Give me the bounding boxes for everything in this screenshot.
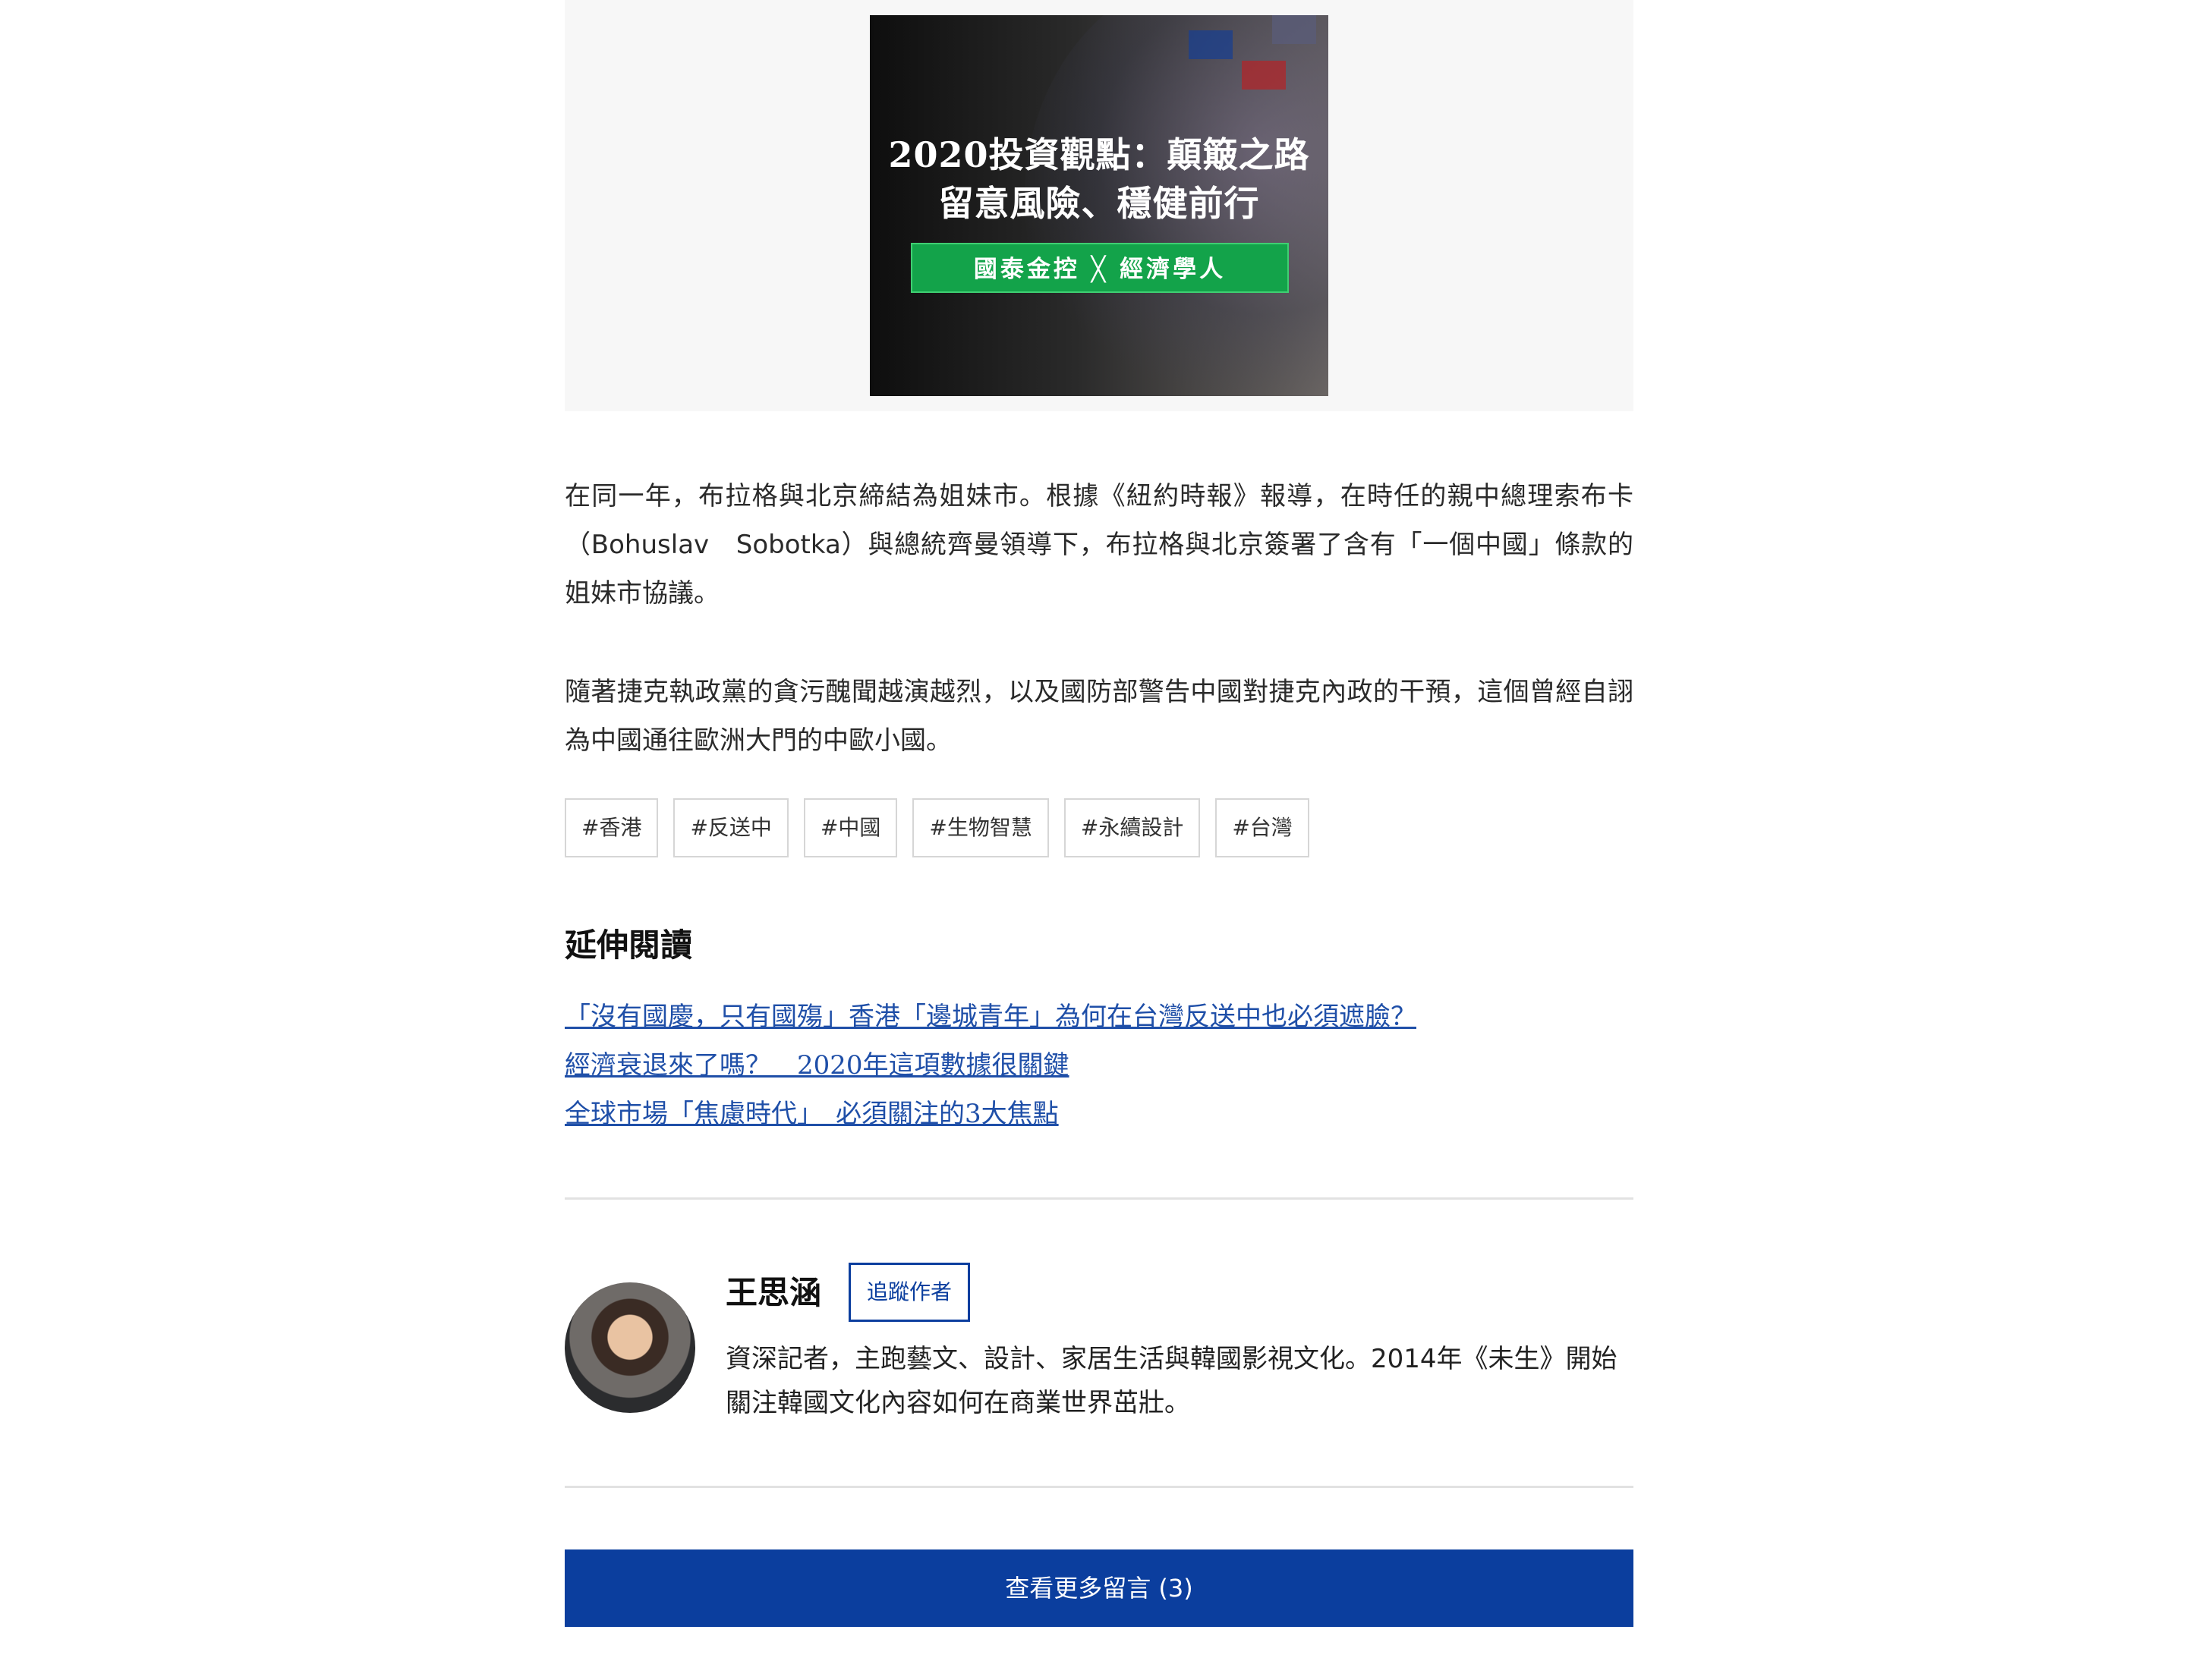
ad-title-line1: 2020投資觀點：顛簸之路 bbox=[888, 134, 1310, 175]
ad-title-line2: 留意風險、穩健前行 bbox=[938, 183, 1260, 224]
tag-anti-extradition[interactable]: #反送中 bbox=[673, 798, 789, 857]
tag-china[interactable]: #中國 bbox=[803, 798, 898, 857]
flag-graphic bbox=[1189, 30, 1233, 59]
article-paragraph: 隨著捷克執政黨的貪污醜聞越演越烈，以及國防部警告中國對捷克內政的干預，這個曾經自… bbox=[565, 677, 1633, 756]
further-reading-list: 「沒有國慶，只有國殤」香港「邊城青年」為何在台灣反送中也必須遮臉？ 經濟衰退來了… bbox=[565, 993, 1633, 1138]
tag-bio-wisdom[interactable]: #生物智慧 bbox=[912, 798, 1049, 857]
tag-sustainable-design[interactable]: #永續設計 bbox=[1063, 798, 1201, 857]
flag-graphic bbox=[1242, 61, 1286, 90]
tag-hongkong[interactable]: #香港 bbox=[565, 798, 659, 857]
divider bbox=[565, 1486, 1633, 1488]
follow-author-button[interactable]: 追蹤作者 bbox=[849, 1263, 970, 1322]
tag-list: #香港 #反送中 #中國 #生物智慧 #永續設計 #台灣 bbox=[565, 798, 1633, 857]
further-reading-title: 延伸閱讀 bbox=[565, 927, 693, 964]
ad-banner-image[interactable]: 2020投資觀點：顛簸之路 留意風險、穩健前行 國泰金控 ╳ 經濟學人 bbox=[870, 15, 1328, 396]
divider bbox=[565, 1197, 1633, 1200]
ad-container: 2020投資觀點：顛簸之路 留意風險、穩健前行 國泰金控 ╳ 經濟學人 bbox=[565, 0, 1633, 411]
author-bio: 資深記者，主跑藝文、設計、家居生活與韓國影視文化。2014年《未生》開始關注韓國… bbox=[726, 1344, 1617, 1418]
tag-taiwan[interactable]: #台灣 bbox=[1215, 798, 1309, 857]
further-reading-link[interactable]: 全球市場「焦慮時代」 必須關注的3大焦點 bbox=[565, 1090, 1633, 1138]
more-comments-button[interactable]: 查看更多留言 (3) bbox=[565, 1549, 1633, 1627]
further-reading-link[interactable]: 經濟衰退來了嗎？ 2020年這項數據很關鍵 bbox=[565, 1041, 1633, 1090]
article-paragraph: 在同一年，布拉格與北京締結為姐妹市。根據《紐約時報》報導，在時任的親中總理索布卡… bbox=[565, 481, 1633, 609]
flag-graphic bbox=[1272, 15, 1316, 44]
ad-sponsor-banner: 國泰金控 ╳ 經濟學人 bbox=[911, 243, 1289, 293]
author-name[interactable]: 王思涵 bbox=[726, 1267, 821, 1313]
author-avatar[interactable] bbox=[565, 1282, 695, 1413]
further-reading-link[interactable]: 「沒有國慶，只有國殤」香港「邊城青年」為何在台灣反送中也必須遮臉？ bbox=[565, 993, 1633, 1041]
